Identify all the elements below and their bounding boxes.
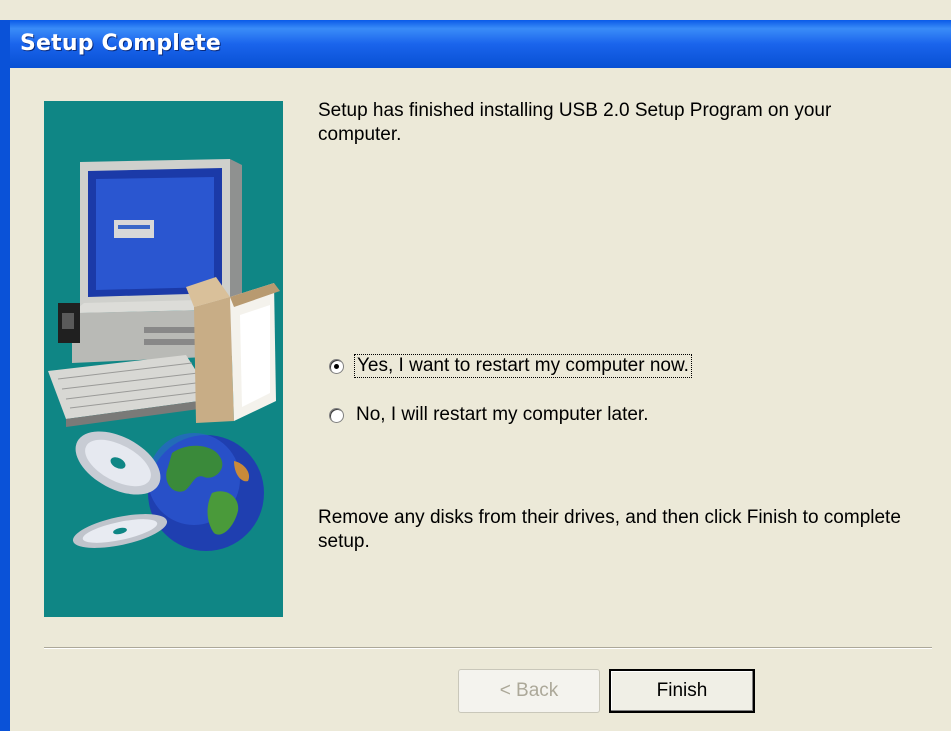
window-title: Setup Complete — [20, 31, 221, 56]
back-button-label: < Back — [499, 680, 559, 701]
radio-restart-now[interactable]: Yes, I want to restart my computer now. — [329, 352, 692, 380]
instruction-text: Remove any disks from their drives, and … — [318, 507, 901, 552]
title-bar[interactable]: Setup Complete — [0, 20, 951, 68]
radio-restart-later[interactable]: No, I will restart my computer later. — [329, 401, 650, 429]
globe-icon — [148, 433, 264, 551]
intro-text: Setup has finished installing USB 2.0 Se… — [318, 100, 832, 145]
back-button[interactable]: < Back — [458, 669, 600, 713]
finish-button[interactable]: Finish — [609, 669, 755, 713]
finish-button-label: Finish — [656, 680, 708, 701]
button-divider — [44, 647, 932, 649]
radio-label-restart-now[interactable]: Yes, I want to restart my computer now. — [354, 354, 692, 378]
radio-button-restart-later[interactable] — [329, 407, 344, 423]
setup-illustration — [44, 101, 283, 617]
window-left-border — [0, 20, 10, 731]
keyboard-icon — [48, 355, 214, 427]
radio-button-restart-now[interactable] — [329, 358, 344, 374]
cd-icon — [72, 431, 168, 548]
setup-dialog: Setup Complete Setup has finished instal… — [0, 0, 951, 731]
radio-label-restart-later[interactable]: No, I will restart my computer later. — [354, 404, 650, 426]
box-icon — [186, 277, 280, 423]
illustration-svg — [48, 159, 280, 551]
